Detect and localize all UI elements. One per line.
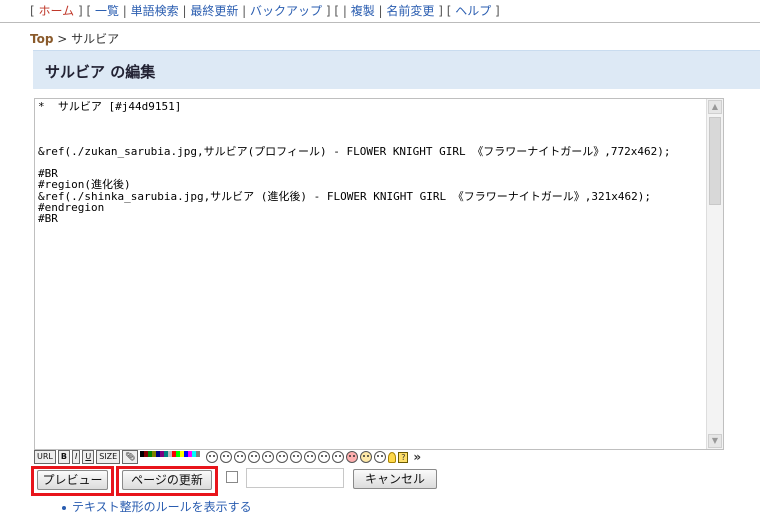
bracket-close: ] [ (74, 4, 95, 18)
divider: | (118, 4, 131, 18)
heart-icon[interactable] (346, 451, 359, 463)
rule-link-item: テキスト整形のルールを表示する (62, 498, 252, 515)
italic-button[interactable]: I (71, 450, 81, 464)
cancel-button[interactable]: キャンセル (353, 469, 437, 489)
page-title: サルビア の編集 (45, 63, 156, 81)
nav-home-link[interactable]: ホーム (39, 4, 75, 18)
scroll-thumb[interactable] (709, 117, 721, 205)
color-palette[interactable] (140, 451, 205, 463)
bracket-close: ] [ (434, 4, 456, 18)
star-icon[interactable] (360, 451, 373, 463)
button-row: プレビュー ページの更新 キャンセル (31, 466, 760, 496)
nav-copy-link[interactable]: 複製 (351, 4, 375, 18)
header-divider (0, 22, 760, 23)
smile-icon[interactable] (206, 451, 219, 463)
password-input[interactable] (246, 468, 344, 488)
sweat-icon[interactable] (304, 451, 317, 463)
edit-textarea-content[interactable]: * サルビア [#j44d9151] &ref(./zukan_sarubia.… (35, 99, 701, 226)
question-icon[interactable] (374, 451, 387, 463)
nav-help-link[interactable]: ヘルプ (455, 4, 491, 18)
attachment-icon[interactable]: 📎︎ (122, 450, 139, 464)
bullet-icon (62, 505, 66, 510)
sad-icon[interactable] (276, 451, 289, 463)
edit-textarea[interactable]: * サルビア [#j44d9151] &ref(./zukan_sarubia.… (34, 98, 724, 450)
scroll-down-arrow-icon[interactable]: ▼ (708, 434, 722, 448)
vertical-scrollbar[interactable]: ▲ ▼ (706, 99, 723, 449)
breadcrumb-current: サルビア (71, 32, 120, 46)
tear-icon[interactable] (318, 451, 331, 463)
divider: | (238, 4, 251, 18)
oh-icon[interactable] (248, 451, 261, 463)
bracket-close: ] (491, 4, 500, 18)
size-button[interactable]: SIZE (96, 450, 121, 464)
help-icon[interactable]: ? (398, 451, 409, 463)
bigsmile-icon[interactable] (220, 451, 233, 463)
scroll-up-arrow-icon[interactable]: ▲ (708, 100, 722, 114)
bold-button[interactable]: B (57, 450, 70, 464)
divider: | (374, 4, 387, 18)
nav-recent-link[interactable]: 最終更新 (190, 4, 238, 18)
wink-icon[interactable] (262, 451, 275, 463)
top-nav: [ ホーム ] [ 一覧 | 単語検索 | 最終更新 | バックアップ ] [ … (30, 2, 500, 19)
breadcrumb-separator: > (57, 32, 68, 46)
text-rules-link[interactable]: テキスト整形のルールを表示する (72, 500, 252, 514)
happy-icon[interactable] (332, 451, 345, 463)
breadcrumb-top-link[interactable]: Top (30, 32, 53, 46)
divider: | (178, 4, 191, 18)
nav-backup-link[interactable]: バックアップ (250, 4, 322, 18)
url-button[interactable]: URL (34, 450, 56, 464)
nav-list-link[interactable]: 一覧 (95, 4, 119, 18)
update-page-button[interactable]: ページの更新 (122, 470, 212, 490)
nav-rename-link[interactable]: 名前変更 (386, 4, 434, 18)
bracket-close: ] [ | (322, 4, 351, 18)
more-icon[interactable]: » (413, 450, 421, 464)
breadcrumb: Top > サルビア (30, 30, 119, 47)
bracket-open: [ (30, 4, 39, 18)
notimestamp-checkbox[interactable] (226, 471, 238, 483)
underline-button[interactable]: U (82, 450, 95, 464)
huh-icon[interactable] (234, 451, 247, 463)
lightbulb-icon[interactable] (388, 451, 397, 463)
format-toolbar: URL B I U SIZE 📎︎ ? » (34, 450, 421, 464)
page-title-bar: サルビア の編集 (33, 50, 760, 89)
worried-icon[interactable] (290, 451, 303, 463)
preview-button[interactable]: プレビュー (37, 470, 108, 490)
nav-search-link[interactable]: 単語検索 (131, 4, 179, 18)
